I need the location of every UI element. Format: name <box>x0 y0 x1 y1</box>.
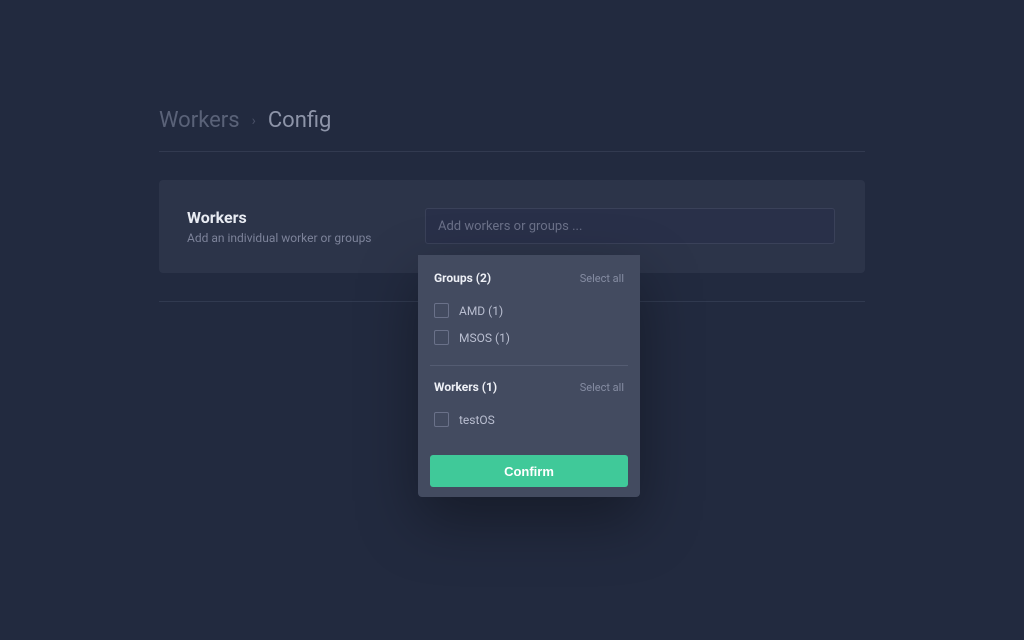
checkbox-icon[interactable] <box>434 412 449 427</box>
groups-select-all[interactable]: Select all <box>580 272 624 285</box>
chevron-right-icon: › <box>252 113 256 129</box>
workers-select-all[interactable]: Select all <box>580 381 624 394</box>
workers-input[interactable] <box>425 208 835 244</box>
group-item-label: MSOS (1) <box>459 331 510 345</box>
checkbox-icon[interactable] <box>434 330 449 345</box>
breadcrumb-root[interactable]: Workers <box>159 108 240 133</box>
workers-header: Workers (1) <box>434 380 497 394</box>
workers-section: Workers (1) Select all testOS <box>430 365 628 443</box>
confirm-button[interactable]: Confirm <box>430 455 628 487</box>
workers-dropdown: Groups (2) Select all AMD (1) MSOS (1) W… <box>418 255 640 497</box>
breadcrumb-current: Config <box>268 108 332 133</box>
worker-item-label: testOS <box>459 413 495 427</box>
groups-header: Groups (2) <box>434 271 491 285</box>
group-item-msos[interactable]: MSOS (1) <box>430 324 628 351</box>
groups-section: Groups (2) Select all AMD (1) MSOS (1) <box>430 271 628 361</box>
group-item-label: AMD (1) <box>459 304 503 318</box>
divider <box>159 151 865 152</box>
panel-subtitle: Add an individual worker or groups <box>187 231 387 245</box>
breadcrumb: Workers › Config <box>159 108 865 133</box>
worker-item-testos[interactable]: testOS <box>430 406 628 433</box>
panel-title: Workers <box>187 208 387 227</box>
checkbox-icon[interactable] <box>434 303 449 318</box>
group-item-amd[interactable]: AMD (1) <box>430 297 628 324</box>
